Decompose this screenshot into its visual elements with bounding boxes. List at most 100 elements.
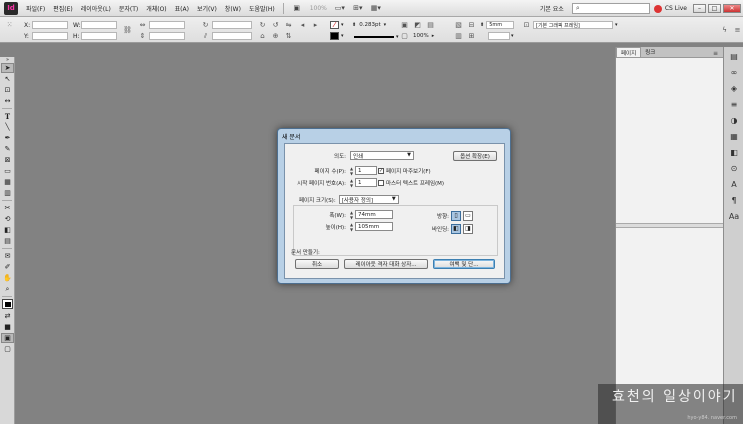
- gap-spinner-icon[interactable]: ⬍: [480, 22, 484, 28]
- intent-select[interactable]: 인쇄 ▼: [350, 151, 414, 160]
- close-button[interactable]: ✕: [723, 4, 741, 13]
- select-next-icon[interactable]: ▸: [311, 21, 320, 29]
- gradient-feather-tool-icon[interactable]: ▤: [1, 236, 14, 246]
- object-style-select[interactable]: [기본 그래픽 프레임]: [533, 21, 613, 29]
- vertical-grid-tool-icon[interactable]: ▥: [1, 188, 14, 198]
- horizontal-grid-tool-icon[interactable]: ▦: [1, 177, 14, 187]
- columns-dropdown-icon[interactable]: ▾: [511, 33, 514, 39]
- layers-panel-icon[interactable]: ◈: [727, 83, 741, 94]
- gap-field[interactable]: 5mm: [486, 21, 515, 29]
- menu-type[interactable]: 문자(T): [115, 4, 142, 13]
- select-previous-icon[interactable]: ◂: [298, 21, 307, 29]
- width-spinner-icon[interactable]: ▲ ▼: [349, 210, 354, 220]
- stroke-swatch-icon[interactable]: [330, 32, 339, 40]
- eyedropper-tool-icon[interactable]: ✐: [1, 262, 14, 272]
- tab-pages[interactable]: 페이지: [616, 47, 642, 57]
- rectangle-frame-tool-icon[interactable]: ⊠: [1, 155, 14, 165]
- constrain-proportions-icon[interactable]: ⛓: [123, 26, 132, 34]
- gradient-swatch-tool-icon[interactable]: ◧: [1, 225, 14, 235]
- w-field[interactable]: [81, 21, 117, 29]
- pen-tool-icon[interactable]: ✒: [1, 133, 14, 143]
- fill-swatch-icon[interactable]: ⁄: [330, 21, 339, 29]
- y-field[interactable]: [32, 32, 68, 40]
- wrap-panel-icon[interactable]: ◧: [727, 147, 741, 158]
- panel-menu-icon[interactable]: ≡: [733, 26, 742, 34]
- swatches-panel-icon[interactable]: ▦: [727, 131, 741, 142]
- reference-point[interactable]: ⁙: [3, 20, 16, 30]
- cs-live-button[interactable]: CS Live: [653, 4, 687, 13]
- page-size-select[interactable]: [사용자 정의] ▼: [338, 195, 399, 204]
- view-options-icon[interactable]: ▭▾: [333, 3, 347, 14]
- scissors-tool-icon[interactable]: ✂: [1, 203, 14, 213]
- lightning-icon[interactable]: ϟ: [720, 26, 729, 34]
- swap-fill-stroke-icon[interactable]: ⇄: [1, 311, 14, 321]
- hand-tool-icon[interactable]: ✋: [1, 273, 14, 283]
- zoom-tool-icon[interactable]: ⌕: [1, 284, 14, 294]
- zoom-level[interactable]: 100%: [310, 5, 327, 12]
- links-panel-icon[interactable]: ∞: [727, 67, 741, 78]
- stroke-weight[interactable]: 0.283pt: [359, 22, 380, 28]
- workspace-switcher[interactable]: 기본 요소: [540, 4, 564, 13]
- pages-input[interactable]: 1: [355, 166, 377, 175]
- object-style-dropdown-icon[interactable]: ▾: [615, 22, 618, 28]
- page-tool-icon[interactable]: ⊡: [1, 85, 14, 95]
- cancel-button[interactable]: 취소: [295, 259, 339, 269]
- start-page-input[interactable]: 1: [355, 178, 377, 187]
- menu-view[interactable]: 보기(V): [193, 4, 221, 13]
- rotate-cw-icon[interactable]: ↻: [258, 21, 267, 29]
- effects-panel-icon[interactable]: ⊙: [727, 163, 741, 174]
- gap-tool-icon[interactable]: ↔: [1, 96, 14, 106]
- margins-columns-button[interactable]: 여백 및 단...: [433, 259, 495, 269]
- rotate-ccw-icon[interactable]: ↺: [271, 21, 280, 29]
- pages-panel-icon[interactable]: ▤: [727, 51, 741, 62]
- shear-field[interactable]: [212, 32, 252, 40]
- master-text-frame-checkbox[interactable]: [378, 179, 384, 186]
- columns-field[interactable]: [488, 32, 510, 40]
- shadow-icon[interactable]: ◩: [413, 21, 422, 29]
- character-styles-icon[interactable]: Aa: [727, 211, 741, 222]
- stroke-dropdown-icon[interactable]: ▾: [341, 33, 344, 39]
- bridge-icon[interactable]: ▣: [290, 3, 304, 14]
- facing-pages-checkbox[interactable]: ✓: [378, 167, 384, 174]
- flip-v-icon[interactable]: ⇅: [284, 32, 293, 40]
- preview-mode-icon[interactable]: ▢: [1, 344, 14, 354]
- toolbar-collapse-icon[interactable]: »: [1, 57, 14, 63]
- flip-h-icon[interactable]: ⇋: [284, 21, 293, 29]
- portrait-icon[interactable]: ▯: [451, 210, 461, 221]
- rectangle-tool-icon[interactable]: ▭: [1, 166, 14, 176]
- apply-color-icon[interactable]: ■: [1, 322, 14, 332]
- effects-icon[interactable]: ▣: [400, 21, 409, 29]
- menu-file[interactable]: 파일(F): [22, 4, 49, 13]
- landscape-icon[interactable]: ▭: [463, 210, 473, 221]
- selection-tool-icon[interactable]: ➤: [1, 63, 14, 73]
- fitting-icon[interactable]: ⊞: [467, 32, 476, 40]
- start-page-spinner-icon[interactable]: ▲ ▼: [349, 178, 354, 188]
- tab-links[interactable]: 링크: [641, 47, 659, 57]
- width-input[interactable]: 74mm: [355, 210, 393, 219]
- menu-object[interactable]: 개체(O): [142, 4, 170, 13]
- height-spinner-icon[interactable]: ▲ ▼: [349, 222, 354, 232]
- stroke-panel-icon[interactable]: ≡: [727, 99, 741, 110]
- pencil-tool-icon[interactable]: ✎: [1, 144, 14, 154]
- fill-dropdown-icon[interactable]: ▾: [341, 22, 344, 28]
- paragraph-styles-icon[interactable]: ¶: [727, 195, 741, 206]
- scale-x-field[interactable]: [149, 21, 185, 29]
- panel-splitter[interactable]: [616, 223, 724, 228]
- search-input[interactable]: ⌕: [571, 3, 650, 14]
- note-tool-icon[interactable]: ✉: [1, 251, 14, 261]
- height-input[interactable]: 105mm: [355, 222, 393, 231]
- menu-layout[interactable]: 레이아웃(L): [77, 4, 115, 13]
- rotate-field[interactable]: [212, 21, 252, 29]
- panel-menu-icon[interactable]: ≡: [713, 50, 723, 57]
- left-binding-icon[interactable]: ◧: [451, 223, 461, 234]
- menu-window[interactable]: 창(W): [221, 4, 245, 13]
- type-tool-icon[interactable]: T: [1, 111, 14, 121]
- color-panel-icon[interactable]: ◑: [727, 115, 741, 126]
- menu-edit[interactable]: 편집(E): [49, 4, 77, 13]
- fill-stroke-swatch-icon[interactable]: [2, 299, 13, 309]
- arrange-documents-icon[interactable]: ▦▾: [369, 3, 383, 14]
- opacity-value[interactable]: 100%: [413, 33, 429, 39]
- stroke-type-preview[interactable]: [354, 36, 394, 38]
- text-wrap-icon[interactable]: ▧: [454, 21, 463, 29]
- right-binding-icon[interactable]: ◨: [463, 223, 473, 234]
